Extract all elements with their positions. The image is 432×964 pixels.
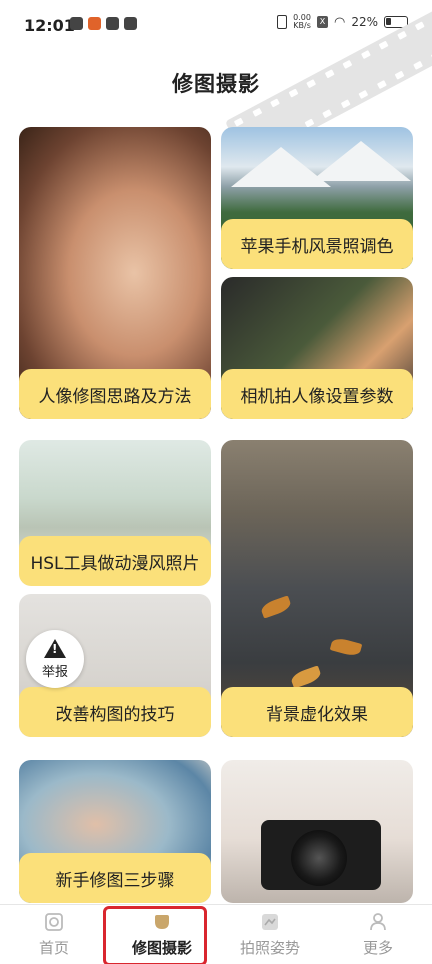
page-title: 修图摄影 — [172, 72, 260, 96]
home-icon — [43, 911, 65, 933]
card-portrait-retouch[interactable]: 人像修图思路及方法 — [19, 127, 211, 419]
card-label: 改善构图的技巧 — [19, 687, 211, 737]
report-button[interactable]: 举报 — [26, 630, 84, 688]
sim-icon: X — [316, 16, 328, 28]
card-background-blur[interactable]: 背景虚化效果 — [221, 440, 413, 737]
card-label: HSL工具做动漫风照片 — [19, 536, 211, 586]
card-hsl-anime[interactable]: HSL工具做动漫风照片 — [19, 440, 211, 586]
crown-icon — [124, 17, 137, 30]
pose-icon — [259, 911, 281, 933]
nav-more-label: 更多 — [362, 939, 393, 957]
nav-more[interactable]: 更多 — [324, 905, 432, 964]
card-label: 新手修图三步骤 — [19, 853, 211, 903]
card-label: 人像修图思路及方法 — [19, 369, 211, 419]
nav-pose-label: 拍照姿势 — [239, 939, 300, 957]
nav-home-label: 首页 — [38, 939, 69, 957]
retouch-icon — [151, 911, 173, 933]
network-speed-unit: KB/s — [293, 21, 311, 30]
notification-icons — [70, 17, 137, 30]
card-label: 苹果手机风景照调色 — [221, 219, 413, 269]
network-speed: 0.00 KB/s — [293, 14, 311, 30]
card-label: 背景虚化效果 — [221, 687, 413, 737]
person-icon — [367, 911, 389, 933]
camera-photo — [221, 760, 413, 903]
sync-icon — [106, 17, 119, 30]
card-camera-photo[interactable] — [221, 760, 413, 903]
nav-retouch-label: 修图摄影 — [131, 939, 192, 957]
camera-lens — [291, 830, 347, 886]
cloud-icon — [70, 17, 83, 30]
card-iphone-landscape[interactable]: 苹果手机风景照调色 — [221, 127, 413, 269]
status-time: 12:01 — [24, 16, 75, 35]
card-camera-portrait-settings[interactable]: 相机拍人像设置参数 — [221, 277, 413, 419]
card-label: 相机拍人像设置参数 — [221, 369, 413, 419]
report-label: 举报 — [41, 664, 68, 680]
vibrate-icon — [277, 15, 288, 29]
nav-home[interactable]: 首页 — [0, 905, 108, 964]
warning-icon — [44, 638, 66, 658]
wifi-icon: ◠ — [333, 14, 346, 30]
bottom-nav: 首页 修图摄影 拍照姿势 更多 — [0, 904, 432, 964]
weibo-icon — [88, 17, 101, 30]
nav-retouch[interactable]: 修图摄影 — [108, 905, 216, 964]
card-three-steps[interactable]: 新手修图三步骤 — [19, 760, 211, 903]
nav-pose[interactable]: 拍照姿势 — [216, 905, 324, 964]
